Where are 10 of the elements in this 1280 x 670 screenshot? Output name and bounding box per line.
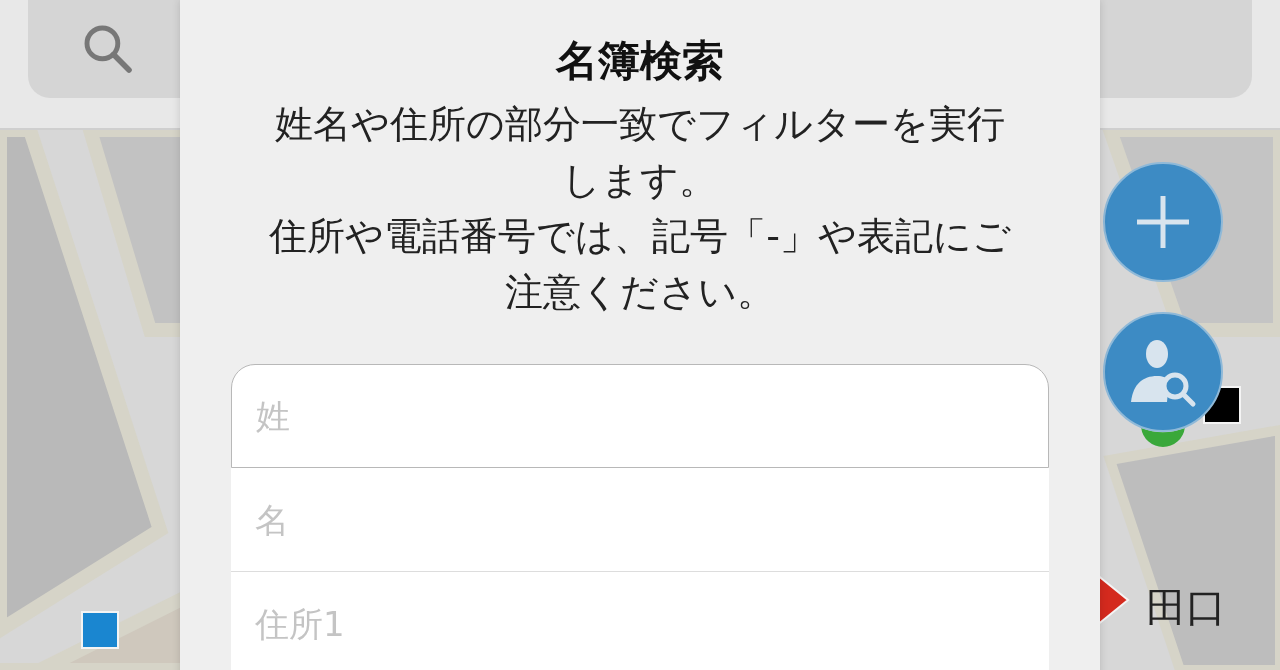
dialog-message: 住所や電話番号では、記号「-」や表記にご注意ください。 (268, 213, 1012, 316)
map-label: 田口 (1146, 583, 1226, 632)
map-marker[interactable] (81, 611, 119, 649)
plus-icon (1135, 194, 1191, 250)
dialog-message: 姓名や住所の部分一致でフィルターを実行します。 (274, 101, 1006, 204)
input-field[interactable]: 名 (231, 468, 1049, 572)
input-field[interactable]: 住所1 (231, 572, 1049, 670)
input-field[interactable]: 姓 (231, 364, 1049, 468)
dialog-title: 名簿検索 (556, 35, 724, 87)
map-marker[interactable] (1141, 427, 1185, 447)
